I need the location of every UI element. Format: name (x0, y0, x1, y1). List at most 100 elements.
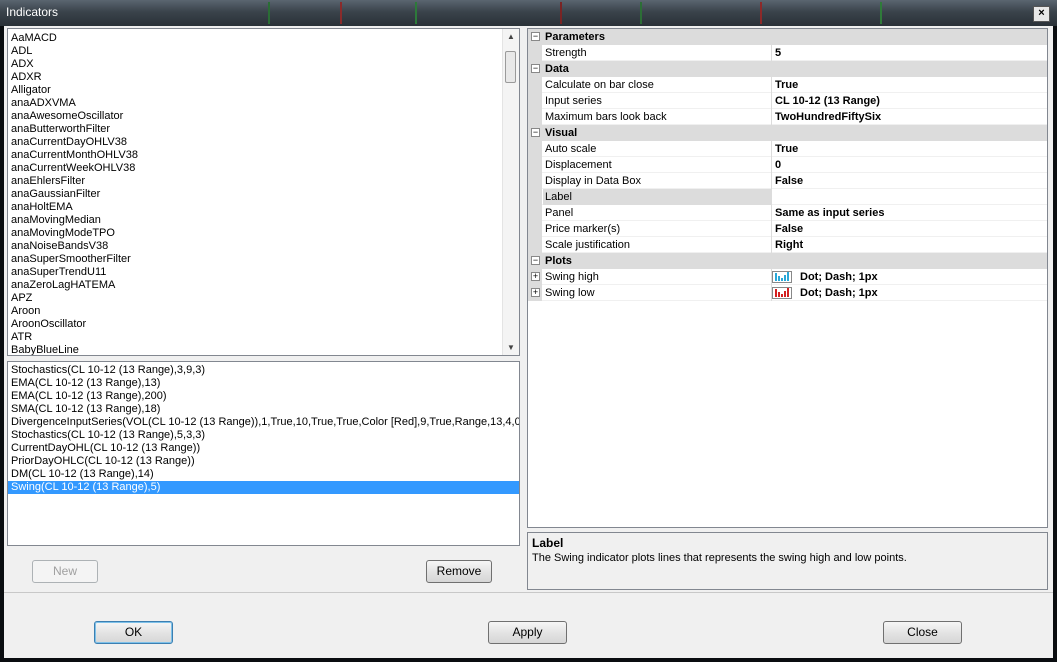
ok-button[interactable]: OK (94, 621, 173, 644)
category-parameters[interactable]: − Parameters (528, 29, 1047, 45)
list-item[interactable]: anaEhlersFilter (8, 175, 519, 188)
description-box: Label The Swing indicator plots lines th… (527, 532, 1048, 590)
applied-indicator-item[interactable]: DivergenceInputSeries(VOL(CL 10-12 (13 R… (8, 416, 519, 429)
list-item[interactable]: anaSuperSmootherFilter (8, 253, 519, 266)
property-name: Panel (545, 207, 574, 219)
property-name: Display in Data Box (545, 175, 641, 187)
list-item[interactable]: Aroon (8, 305, 519, 318)
applied-indicator-item[interactable]: PriorDayOHLC(CL 10-12 (13 Range)) (8, 455, 519, 468)
property-value[interactable]: True (775, 141, 798, 157)
property-row-scale-justification[interactable]: Scale justification Right (528, 237, 1047, 253)
available-list-scrollbar[interactable]: ▲ ▼ (502, 29, 519, 355)
available-indicators-list[interactable]: AaMACD ADL ADX ADXR Alligator anaADXVMA anaAwe… (7, 28, 520, 356)
property-row-swing-high[interactable]: + Swing high Dot; Dash; 1px (528, 269, 1047, 285)
property-value[interactable]: True (775, 77, 798, 93)
available-indicators-items: AaMACD ADL ADX ADXR Alligator anaADXVMA anaAwe… (8, 29, 519, 355)
property-value[interactable]: Right (775, 237, 803, 253)
scroll-down-icon[interactable]: ▼ (507, 343, 515, 352)
list-item[interactable]: Alligator (8, 84, 519, 97)
property-row-price-markers[interactable]: Price marker(s) False (528, 221, 1047, 237)
new-button[interactable]: New (32, 560, 98, 583)
list-item[interactable]: BabyBlueLine (8, 344, 519, 355)
description-text: The Swing indicator plots lines that rep… (532, 552, 907, 564)
swatch-bar (787, 288, 789, 297)
property-row-display-in-data-box[interactable]: Display in Data Box False (528, 173, 1047, 189)
close-button[interactable]: Close (883, 621, 962, 644)
category-data[interactable]: − Data (528, 61, 1047, 77)
apply-button[interactable]: Apply (488, 621, 567, 644)
property-value[interactable]: Same as input series (775, 205, 884, 221)
row-gutter (528, 77, 542, 93)
category-title: Data (545, 63, 569, 75)
property-row-input-series[interactable]: Input series CL 10-12 (13 Range) (528, 93, 1047, 109)
applied-indicator-item[interactable]: Stochastics(CL 10-12 (13 Range),5,3,3) (8, 429, 519, 442)
property-row-displacement[interactable]: Displacement 0 (528, 157, 1047, 173)
property-value[interactable]: False (775, 173, 803, 189)
property-row-maximum-bars-look-back[interactable]: Maximum bars look back TwoHundredFiftySi… (528, 109, 1047, 125)
list-item[interactable]: anaSuperTrendU11 (8, 266, 519, 279)
list-item[interactable]: anaCurrentDayOHLV38 (8, 136, 519, 149)
property-row-auto-scale[interactable]: Auto scale True (528, 141, 1047, 157)
category-visual[interactable]: − Visual (528, 125, 1047, 141)
list-item[interactable]: anaGaussianFilter (8, 188, 519, 201)
property-name: Calculate on bar close (545, 79, 654, 91)
collapse-icon[interactable]: − (531, 256, 540, 265)
list-item[interactable]: anaMovingMedian (8, 214, 519, 227)
swatch-bar (781, 278, 783, 281)
list-item[interactable]: AroonOscillator (8, 318, 519, 331)
applied-indicator-item[interactable]: Swing(CL 10-12 (13 Range),5) (8, 481, 519, 494)
collapse-icon[interactable]: − (531, 128, 540, 137)
property-grid[interactable]: − Parameters Strength 5 − Data Calculate… (527, 28, 1048, 528)
title-bar-background (0, 0, 1057, 26)
scroll-thumb[interactable] (505, 51, 516, 83)
property-value[interactable]: Dot; Dash; 1px (800, 269, 878, 285)
remove-button[interactable]: Remove (426, 560, 492, 583)
collapse-icon[interactable]: − (531, 32, 540, 41)
property-value[interactable]: 5 (775, 45, 781, 61)
list-item[interactable]: ADXR (8, 71, 519, 84)
property-name: Strength (545, 47, 587, 59)
applied-indicator-item[interactable]: EMA(CL 10-12 (13 Range),13) (8, 377, 519, 390)
column-divider (771, 141, 772, 157)
expand-icon[interactable]: + (531, 272, 540, 281)
swatch-bar (787, 272, 789, 281)
collapse-icon[interactable]: − (531, 64, 540, 73)
applied-indicator-item[interactable]: Stochastics(CL 10-12 (13 Range),3,9,3) (8, 364, 519, 377)
list-item[interactable]: anaNoiseBandsV38 (8, 240, 519, 253)
row-gutter (528, 141, 542, 157)
applied-indicator-item[interactable]: DM(CL 10-12 (13 Range),14) (8, 468, 519, 481)
applied-indicators-list[interactable]: Stochastics(CL 10-12 (13 Range),3,9,3) EM… (7, 361, 520, 546)
list-item[interactable]: anaAwesomeOscillator (8, 110, 519, 123)
applied-indicator-item[interactable]: CurrentDayOHL(CL 10-12 (13 Range)) (8, 442, 519, 455)
property-row-strength[interactable]: Strength 5 (528, 45, 1047, 61)
property-name: Price marker(s) (545, 223, 621, 235)
expand-icon[interactable]: + (531, 288, 540, 297)
applied-indicator-item[interactable]: EMA(CL 10-12 (13 Range),200) (8, 390, 519, 403)
property-row-calculate-on-bar-close[interactable]: Calculate on bar close True (528, 77, 1047, 93)
property-value[interactable]: CL 10-12 (13 Range) (775, 93, 880, 109)
list-item[interactable]: anaCurrentWeekOHLV38 (8, 162, 519, 175)
list-item[interactable]: anaButterworthFilter (8, 123, 519, 136)
property-value[interactable]: False (775, 221, 803, 237)
property-row-label[interactable]: Label (528, 189, 1047, 205)
property-row-swing-low[interactable]: + Swing low Dot; Dash; 1px (528, 285, 1047, 301)
list-item[interactable]: anaHoltEMA (8, 201, 519, 214)
list-item[interactable]: anaCurrentMonthOHLV38 (8, 149, 519, 162)
applied-indicator-item[interactable]: SMA(CL 10-12 (13 Range),18) (8, 403, 519, 416)
list-item[interactable]: ADX (8, 58, 519, 71)
property-value[interactable]: TwoHundredFiftySix (775, 109, 881, 125)
category-plots[interactable]: − Plots (528, 253, 1047, 269)
list-item[interactable]: anaZeroLagHATEMA (8, 279, 519, 292)
list-item[interactable]: ATR (8, 331, 519, 344)
list-item[interactable]: anaMovingModeTPO (8, 227, 519, 240)
list-item[interactable]: APZ (8, 292, 519, 305)
row-gutter (528, 157, 542, 173)
close-window-icon[interactable]: × (1033, 6, 1050, 22)
property-row-panel[interactable]: Panel Same as input series (528, 205, 1047, 221)
list-item[interactable]: AaMACD (8, 32, 519, 45)
list-item[interactable]: anaADXVMA (8, 97, 519, 110)
property-value[interactable]: Dot; Dash; 1px (800, 285, 878, 301)
list-item[interactable]: ADL (8, 45, 519, 58)
property-value[interactable]: 0 (775, 157, 781, 173)
scroll-up-icon[interactable]: ▲ (507, 32, 515, 41)
